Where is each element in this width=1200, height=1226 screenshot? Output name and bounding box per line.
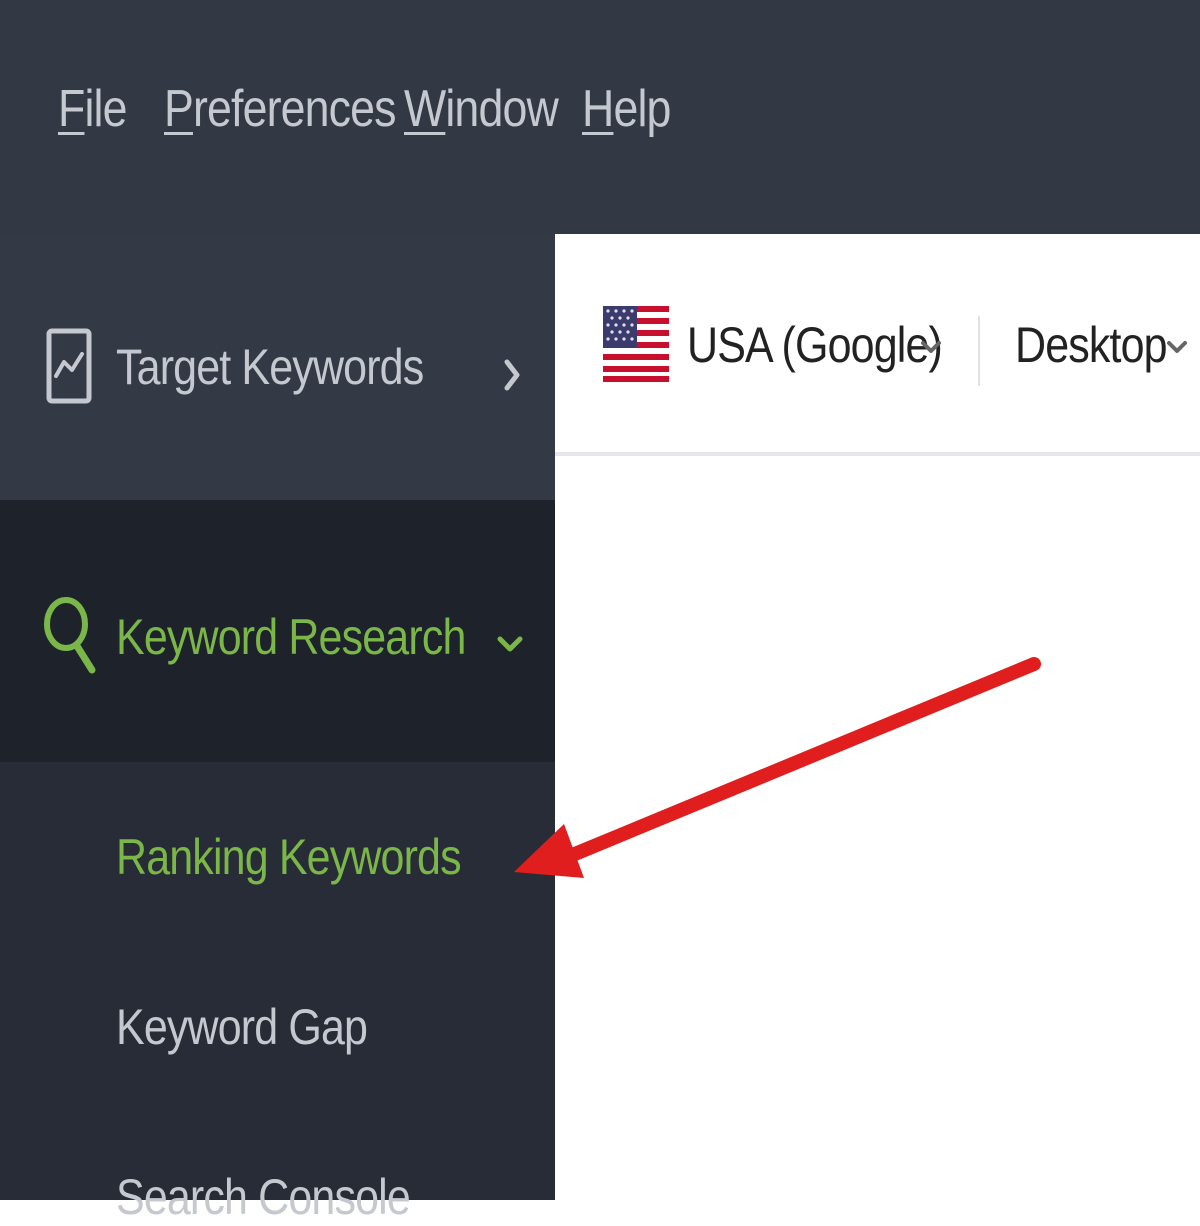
menu-label: ile <box>84 80 127 138</box>
sidebar-item-label: Keyword Research <box>116 609 466 665</box>
sidebar: Target Keywords Keyword Research Ranking… <box>0 234 555 1225</box>
menu-mnemonic: H <box>582 80 614 138</box>
sidebar-item-target-keywords[interactable]: Target Keywords <box>0 234 555 500</box>
search-icon <box>44 597 96 674</box>
us-flag-icon <box>603 306 669 382</box>
menu-mnemonic: W <box>404 80 446 138</box>
menu-window[interactable]: Window <box>404 78 559 140</box>
country-selector-label: USA (Google) <box>687 317 943 373</box>
chevron-down-icon <box>921 341 941 353</box>
device-selector-label: Desktop <box>1015 317 1168 373</box>
sidebar-subitem-ranking-keywords[interactable]: Ranking Keywords <box>116 828 462 886</box>
sidebar-item-label: Target Keywords <box>116 339 424 395</box>
sidebar-subitem-search-console[interactable]: Search Console <box>116 1168 411 1226</box>
sidebar-item-keyword-research[interactable]: Keyword Research <box>0 500 555 762</box>
toolbar-divider <box>978 316 980 386</box>
menu-help[interactable]: Help <box>582 78 671 140</box>
chart-icon <box>46 328 92 404</box>
menubar: File Preferences Window Help <box>0 0 1200 234</box>
menu-label: references <box>192 80 397 138</box>
main-content: USA (Google) Desktop <box>555 234 1200 1200</box>
chevron-right-icon <box>504 359 520 391</box>
menu-label: indow <box>445 80 558 138</box>
chevron-down-icon <box>1167 341 1187 353</box>
menu-label: elp <box>613 80 671 138</box>
menu-mnemonic: F <box>58 80 85 138</box>
menu-file[interactable]: File <box>58 78 127 140</box>
chevron-down-icon <box>497 636 523 652</box>
menu-mnemonic: P <box>164 80 194 138</box>
sidebar-subitem-keyword-gap[interactable]: Keyword Gap <box>116 998 368 1056</box>
toolbar: USA (Google) Desktop <box>555 234 1200 456</box>
menu-preferences[interactable]: Preferences <box>164 78 397 140</box>
